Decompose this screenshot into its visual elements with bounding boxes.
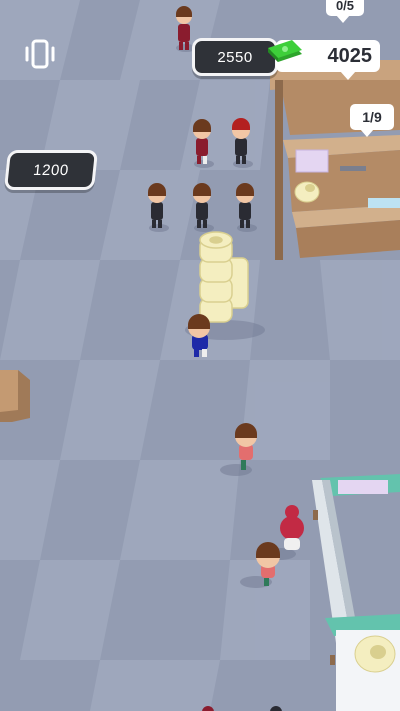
capacity-bubble-top: 0/5 <box>326 0 364 23</box>
cardboard-box <box>0 370 30 422</box>
cash-stack-icon <box>266 38 306 70</box>
unlock-cost-top: 2550 <box>217 48 253 66</box>
phone-vibrate-icon <box>25 39 55 69</box>
stall-capacity-label: 1/9 <box>362 109 382 125</box>
vibration-toggle-button[interactable] <box>20 38 60 72</box>
toilet-paper-roll <box>294 181 320 203</box>
capacity-bubble-top-label: 0/5 <box>335 0 355 13</box>
unlock-cost-left: 1200 <box>32 161 70 179</box>
game-world[interactable] <box>0 0 400 711</box>
toilet-paper-roll-large <box>354 635 396 673</box>
unlock-pad-left[interactable]: 1200 <box>3 150 99 190</box>
money-value: 4025 <box>327 44 373 67</box>
stall-capacity-bubble: 1/9 <box>350 104 394 137</box>
